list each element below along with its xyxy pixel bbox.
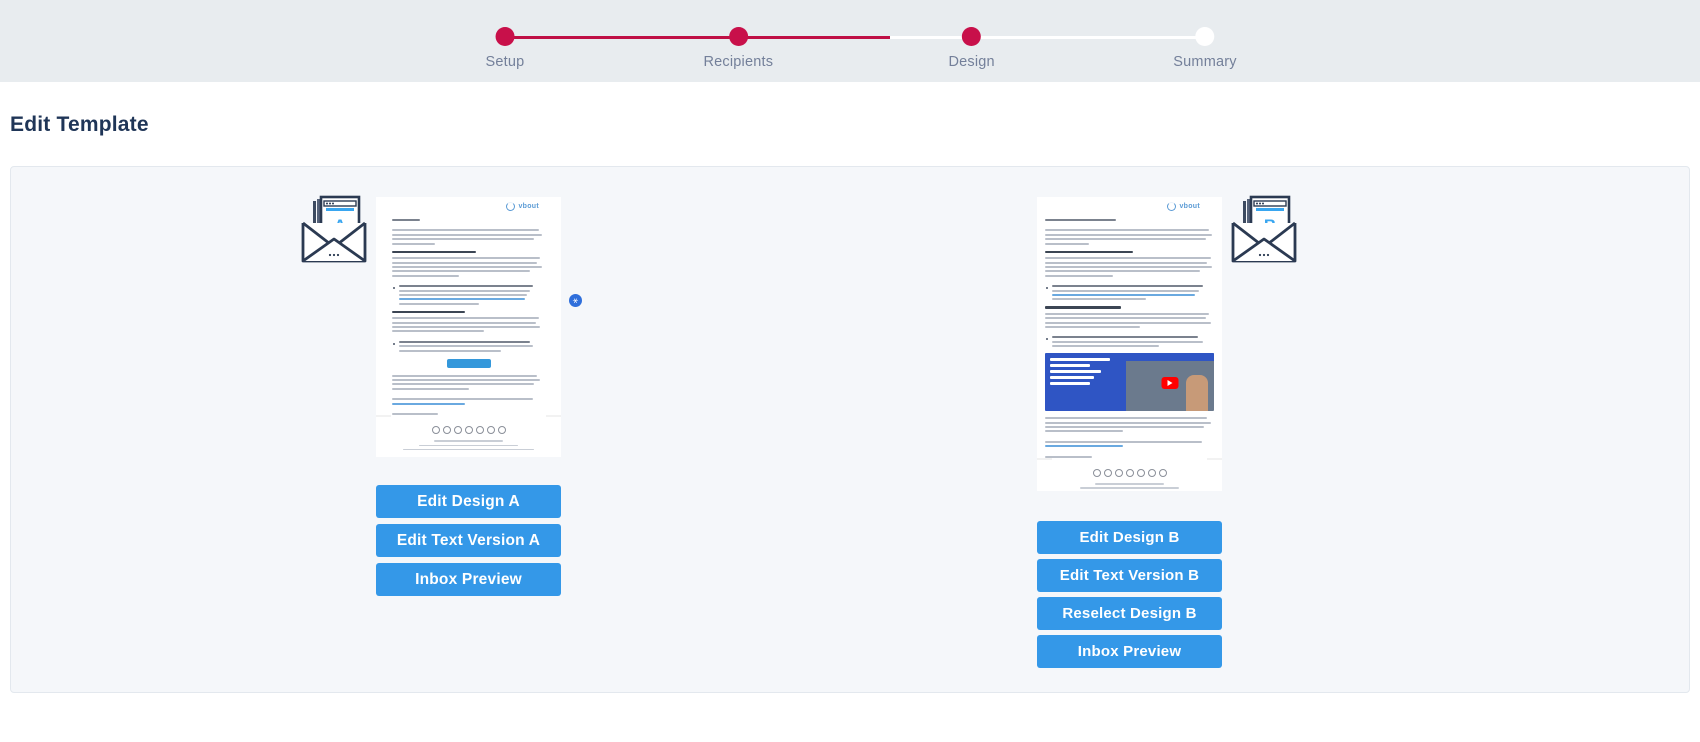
stepper-dot-setup (495, 27, 515, 46)
vbout-logo-mark (506, 202, 516, 211)
stepper-step-summary[interactable]: Summary (1173, 27, 1237, 70)
youtube-play-icon (1161, 377, 1179, 390)
template-variants-panel: A vbout (10, 166, 1690, 693)
video-card-image (1126, 353, 1214, 412)
accessibility-glyph: ⚹ (572, 295, 579, 305)
stepper-track-fill (505, 36, 890, 39)
vbout-logo: vbout (1167, 202, 1200, 211)
stepper-dot-design (962, 27, 982, 46)
email-preview-b[interactable]: vbout (1037, 197, 1222, 491)
vbout-logo-text: vbout (518, 203, 539, 210)
stepper-label-design: Design (948, 54, 995, 70)
stepper-step-setup[interactable]: Setup (486, 27, 525, 70)
video-card-title (1045, 353, 1127, 412)
accessibility-icon[interactable]: ⚹ (569, 294, 582, 307)
campaign-progress-stepper: Setup Recipients Design Summary (0, 0, 1700, 82)
stepper-step-design[interactable]: Design (948, 27, 995, 70)
vbout-logo-mark (1167, 202, 1177, 211)
stepper-track: Setup Recipients Design Summary (486, 27, 1237, 70)
envelope-letter-a-icon: A (299, 195, 369, 270)
stepper-step-recipients[interactable]: Recipients (703, 27, 773, 70)
preview-social-icons (376, 417, 561, 441)
preview-header: vbout (1037, 197, 1222, 215)
video-thumbnail-card (1045, 353, 1214, 412)
preview-cta-button (446, 358, 491, 368)
preview-header: vbout (376, 197, 561, 215)
preview-body (1037, 215, 1222, 458)
variant-b-button-group: Edit Design B Edit Text Version B Resele… (1037, 521, 1222, 668)
email-preview-a[interactable]: vbout (376, 197, 561, 457)
stepper-dot-summary (1195, 27, 1215, 46)
preview-footer (376, 440, 561, 457)
edit-text-version-b-button[interactable]: Edit Text Version B (1037, 559, 1222, 592)
stepper-label-summary: Summary (1173, 54, 1237, 70)
stepper-label-setup: Setup (485, 54, 525, 70)
edit-design-b-button[interactable]: Edit Design B (1037, 521, 1222, 554)
page-title: Edit Template (10, 113, 149, 136)
vbout-logo: vbout (506, 202, 539, 211)
preview-footer (1037, 482, 1222, 491)
vbout-logo-text: vbout (1179, 203, 1200, 210)
stepper-label-recipients: Recipients (703, 54, 774, 70)
edit-text-version-a-button[interactable]: Edit Text Version A (376, 524, 561, 557)
inbox-preview-a-button[interactable]: Inbox Preview (376, 563, 561, 596)
video-person-figure (1185, 375, 1208, 412)
variant-a-button-group: Edit Design A Edit Text Version A Inbox … (376, 485, 561, 596)
stepper-dot-recipients (728, 27, 748, 46)
preview-social-icons (1037, 459, 1222, 483)
envelope-letter-b-icon: B (1229, 195, 1299, 270)
edit-design-a-button[interactable]: Edit Design A (376, 485, 561, 518)
inbox-preview-b-button[interactable]: Inbox Preview (1037, 635, 1222, 668)
preview-body (376, 215, 561, 415)
reselect-design-b-button[interactable]: Reselect Design B (1037, 597, 1222, 630)
